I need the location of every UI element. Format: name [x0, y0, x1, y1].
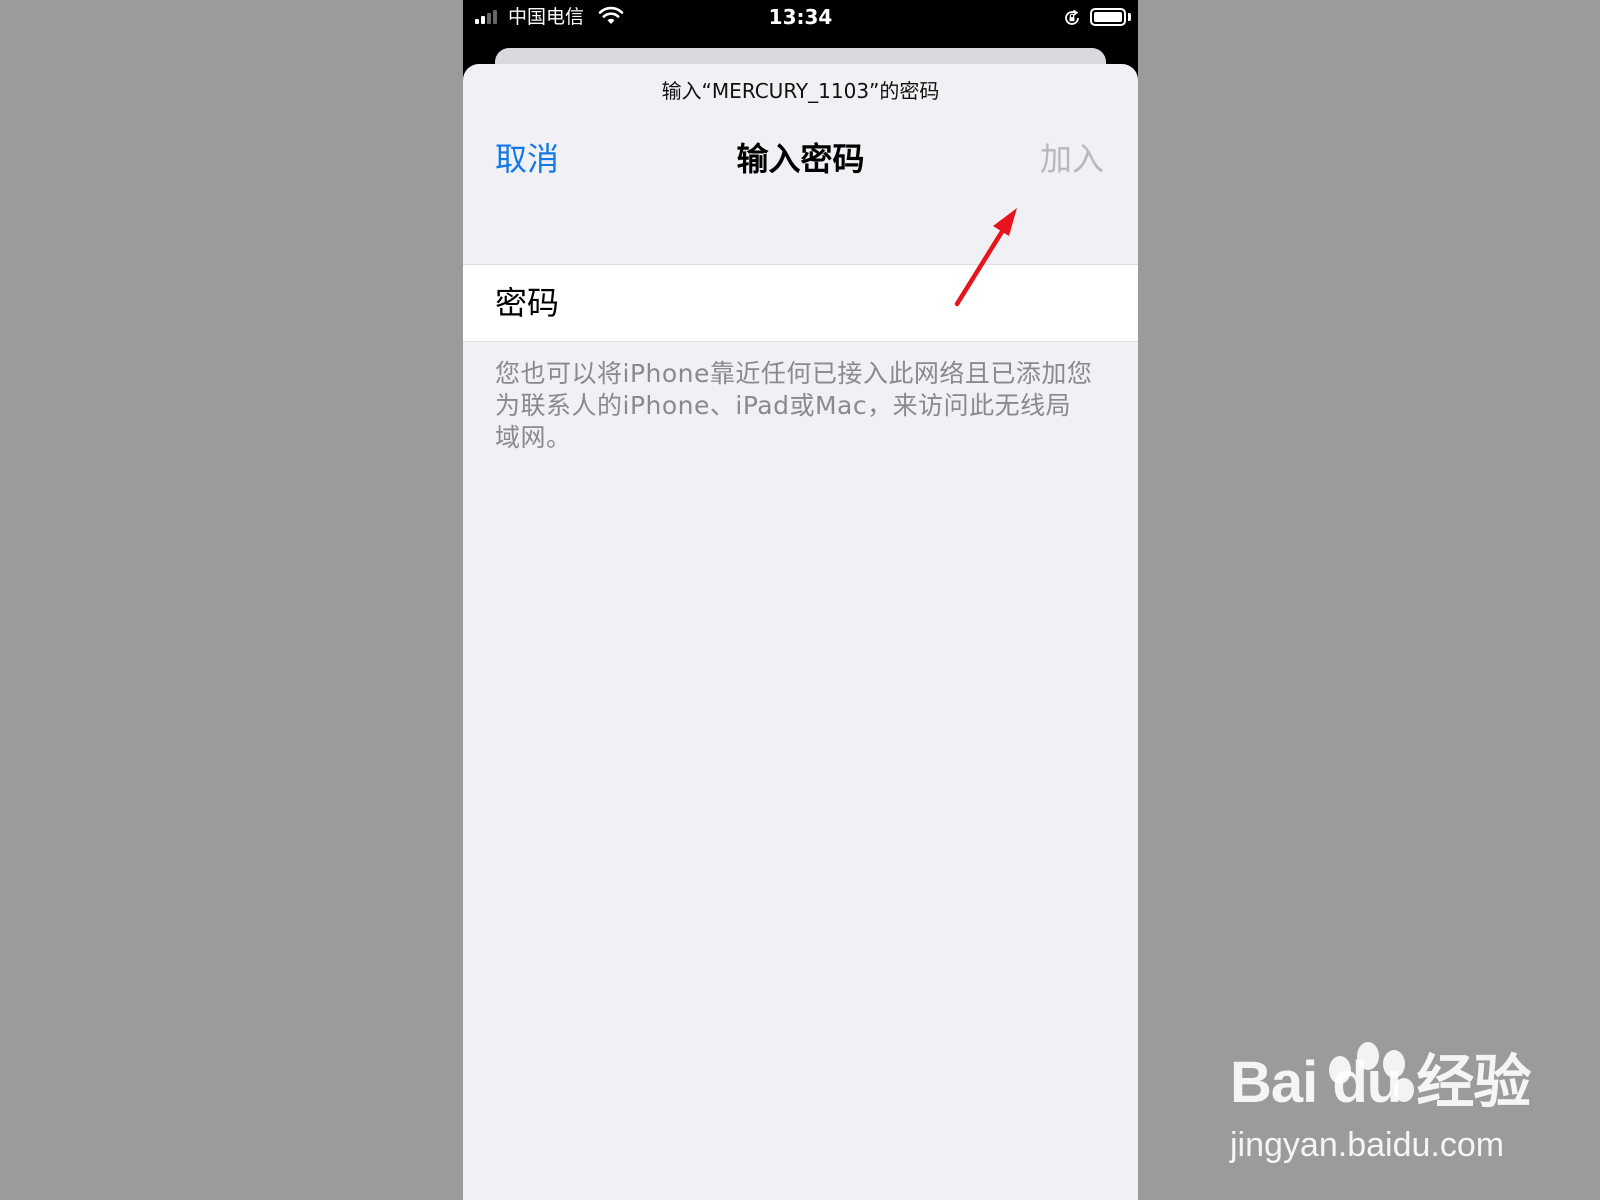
watermark-brand: Bai du 经验 [1230, 1050, 1531, 1115]
footnote-text: 您也可以将iPhone靠近任何已接入此网络且已添加您为联系人的iPhone、iP… [495, 359, 1093, 452]
red-arrow-icon [954, 208, 1017, 307]
battery-icon [1090, 8, 1126, 26]
battery-tip [1128, 13, 1131, 21]
status-bar: 中国电信 13:34 [463, 0, 1138, 36]
join-button[interactable]: 加入 [1040, 138, 1104, 180]
cancel-button[interactable]: 取消 [495, 138, 559, 180]
watermark-url: jingyan.baidu.com [1230, 1126, 1505, 1164]
password-label: 密码 [495, 284, 560, 322]
orientation-lock-icon [1065, 9, 1079, 25]
status-time: 13:34 [768, 5, 833, 29]
network-prompt: 输入“MERCURY_1103”的密码 [661, 79, 940, 103]
